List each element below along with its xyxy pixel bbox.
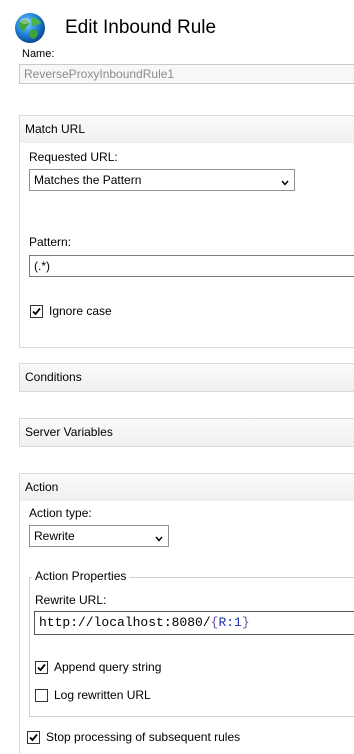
requested-url-label: Requested URL:: [29, 150, 118, 164]
rewrite-url-prefix: http://localhost:8080/: [39, 615, 211, 630]
page-title: Edit Inbound Rule: [65, 17, 217, 38]
action-type-select[interactable]: Rewrite: [29, 525, 169, 547]
requested-url-value: Matches the Pattern: [34, 173, 142, 187]
rewrite-url-label: Rewrite URL:: [35, 593, 107, 607]
checkmark-icon: [32, 307, 41, 315]
ignore-case-checkbox-row[interactable]: Ignore case: [30, 304, 112, 318]
globe-icon: [14, 12, 46, 44]
ignore-case-checkbox[interactable]: [30, 304, 43, 318]
append-query-label: Append query string: [54, 660, 162, 674]
chevron-down-icon: [155, 532, 163, 542]
log-rewritten-label: Log rewritten URL: [54, 688, 151, 702]
append-query-checkbox-row[interactable]: Append query string: [35, 660, 161, 674]
name-field[interactable]: ReverseProxyInboundRule1: [19, 64, 354, 84]
action-type-value: Rewrite: [34, 529, 75, 543]
conditions-section: Conditions: [19, 363, 354, 392]
conditions-header[interactable]: Conditions: [20, 364, 354, 391]
ignore-case-label: Ignore case: [49, 304, 112, 318]
action-type-label: Action type:: [29, 506, 92, 520]
rewrite-url-close-brace: }: [241, 615, 250, 630]
action-header[interactable]: Action: [20, 474, 354, 501]
rewrite-url-input[interactable]: http://localhost:8080/{R:1}: [34, 611, 354, 635]
log-rewritten-checkbox-row[interactable]: Log rewritten URL: [35, 688, 151, 702]
append-query-checkbox[interactable]: [35, 660, 48, 674]
action-properties-legend: Action Properties: [32, 569, 130, 583]
stop-processing-checkbox[interactable]: [27, 730, 40, 744]
stop-processing-checkbox-row[interactable]: Stop processing of subsequent rules: [27, 730, 240, 744]
checkmark-icon: [37, 663, 46, 671]
server-variables-header[interactable]: Server Variables: [20, 419, 354, 446]
pattern-label: Pattern:: [29, 235, 72, 249]
match-url-header[interactable]: Match URL: [20, 116, 354, 143]
server-variables-section: Server Variables: [19, 418, 354, 447]
rewrite-url-variable: R:1: [218, 615, 242, 630]
pattern-input[interactable]: (.*): [29, 255, 354, 277]
stop-processing-label: Stop processing of subsequent rules: [46, 730, 241, 744]
name-label: Name:: [22, 48, 55, 60]
checkmark-icon: [29, 733, 38, 741]
chevron-down-icon: [281, 176, 289, 186]
log-rewritten-checkbox[interactable]: [35, 688, 48, 702]
requested-url-select[interactable]: Matches the Pattern: [29, 169, 295, 191]
